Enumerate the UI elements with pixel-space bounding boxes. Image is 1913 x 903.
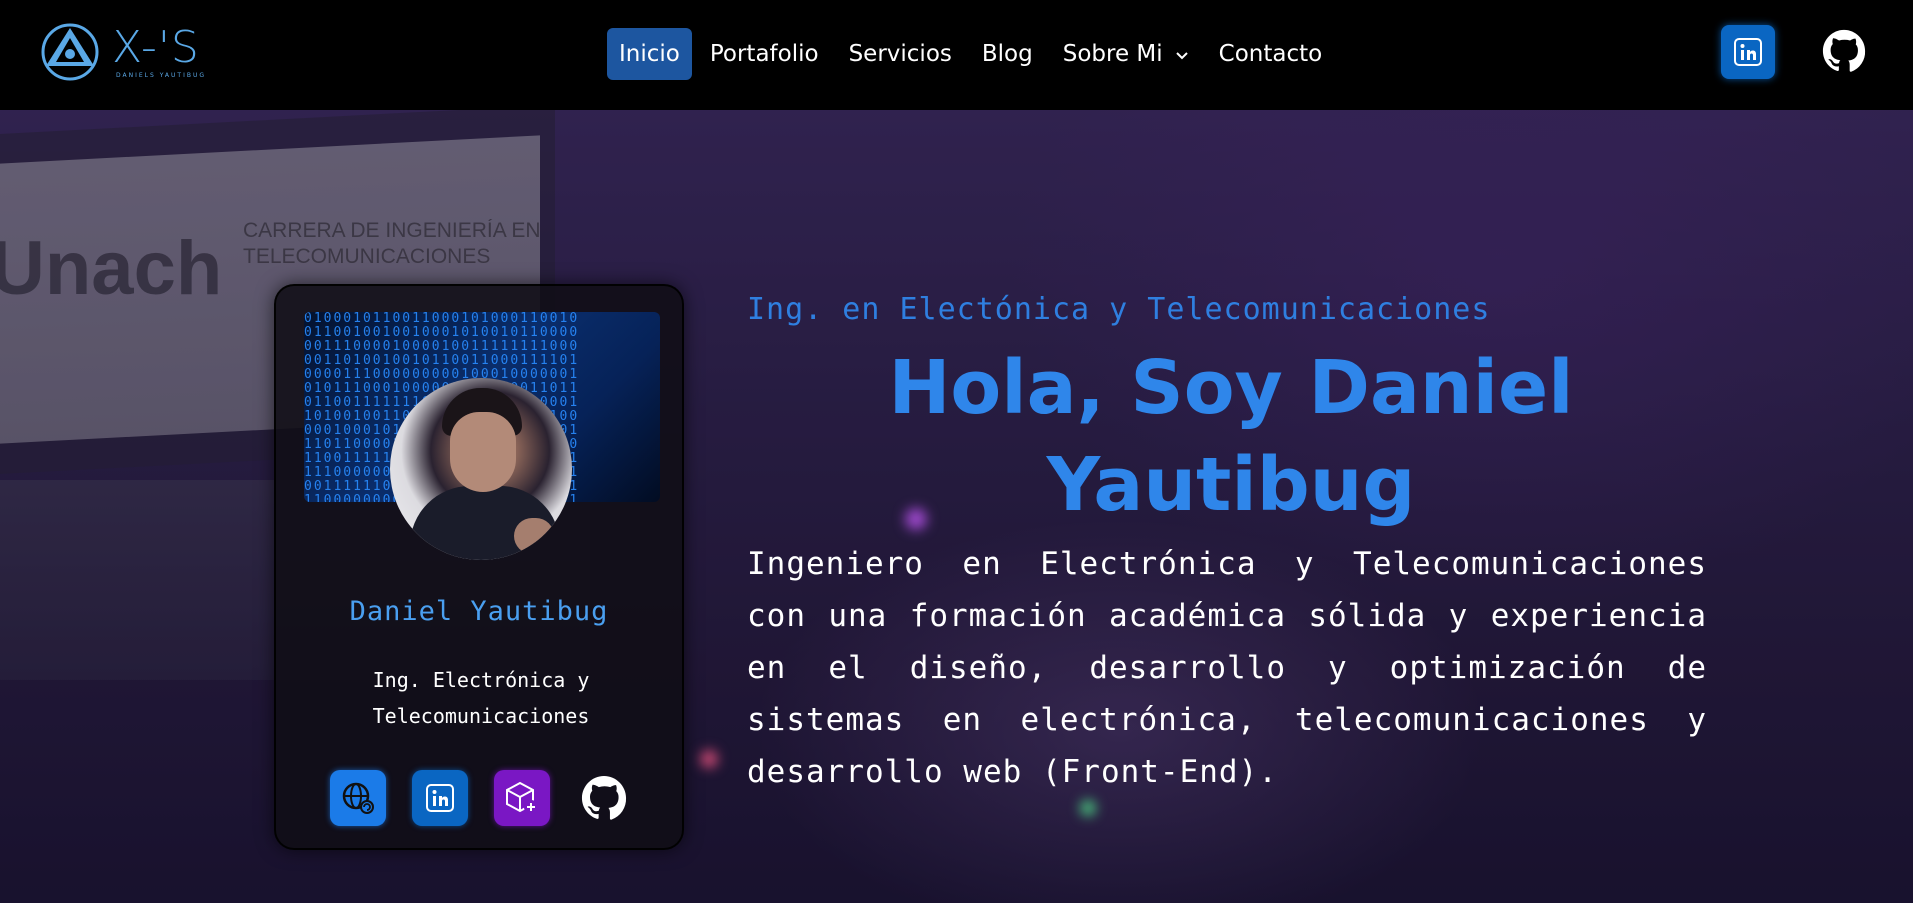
site-logo[interactable]: X-'S DANIELS YAUTIBUG [40,22,206,82]
card-name: Daniel Yautibug [349,596,609,627]
card-box-add-button[interactable] [494,770,550,826]
navbar: X-'S DANIELS YAUTIBUG Inicio Portafolio … [0,0,1913,110]
nav-sobre-mi[interactable]: Sobre Mi [1051,28,1201,80]
chevron-down-icon [1175,41,1189,67]
nav-inicio[interactable]: Inicio [607,28,692,80]
hero-description: Ingeniero en Electrónica y Telecomunicac… [747,546,1707,790]
nav-sobre-mi-label: Sobre Mi [1062,41,1163,67]
nav-linkedin-button[interactable] [1721,25,1775,79]
nav-portafolio[interactable]: Portafolio [698,28,831,80]
card-linkedin-button[interactable] [412,770,468,826]
logo-subtext: DANIELS YAUTIBUG [116,71,207,79]
github-icon [1822,29,1866,72]
linkedin-icon [1734,38,1762,66]
card-web-button[interactable] [330,770,386,826]
hero-headline: Hola, Soy Daniel Yautibug [888,345,1574,528]
box-add-icon [506,781,538,814]
logo-triangle-icon [41,23,99,81]
card-title: Ing. Electrónica y Telecomunicaciones [372,668,590,728]
github-icon [581,775,627,820]
nav-servicios[interactable]: Servicios [837,28,964,80]
web-icon [342,782,374,814]
main-nav: Inicio Portafolio Servicios Blog Sobre M… [607,28,1340,80]
nav-contacto[interactable]: Contacto [1207,28,1335,80]
nav-github-button[interactable] [1818,25,1870,77]
card-github-button[interactable] [576,770,632,826]
logo-text: X-'S [112,21,200,73]
card-social-links [330,770,632,826]
nav-blog[interactable]: Blog [970,28,1045,80]
profile-card: 0100010110011000101000110010 01100100100… [274,284,684,850]
hero-subtitle: Ing. en Electónica y Telecomunicaciones [747,292,1491,327]
avatar [390,378,572,560]
linkedin-icon [426,784,454,812]
